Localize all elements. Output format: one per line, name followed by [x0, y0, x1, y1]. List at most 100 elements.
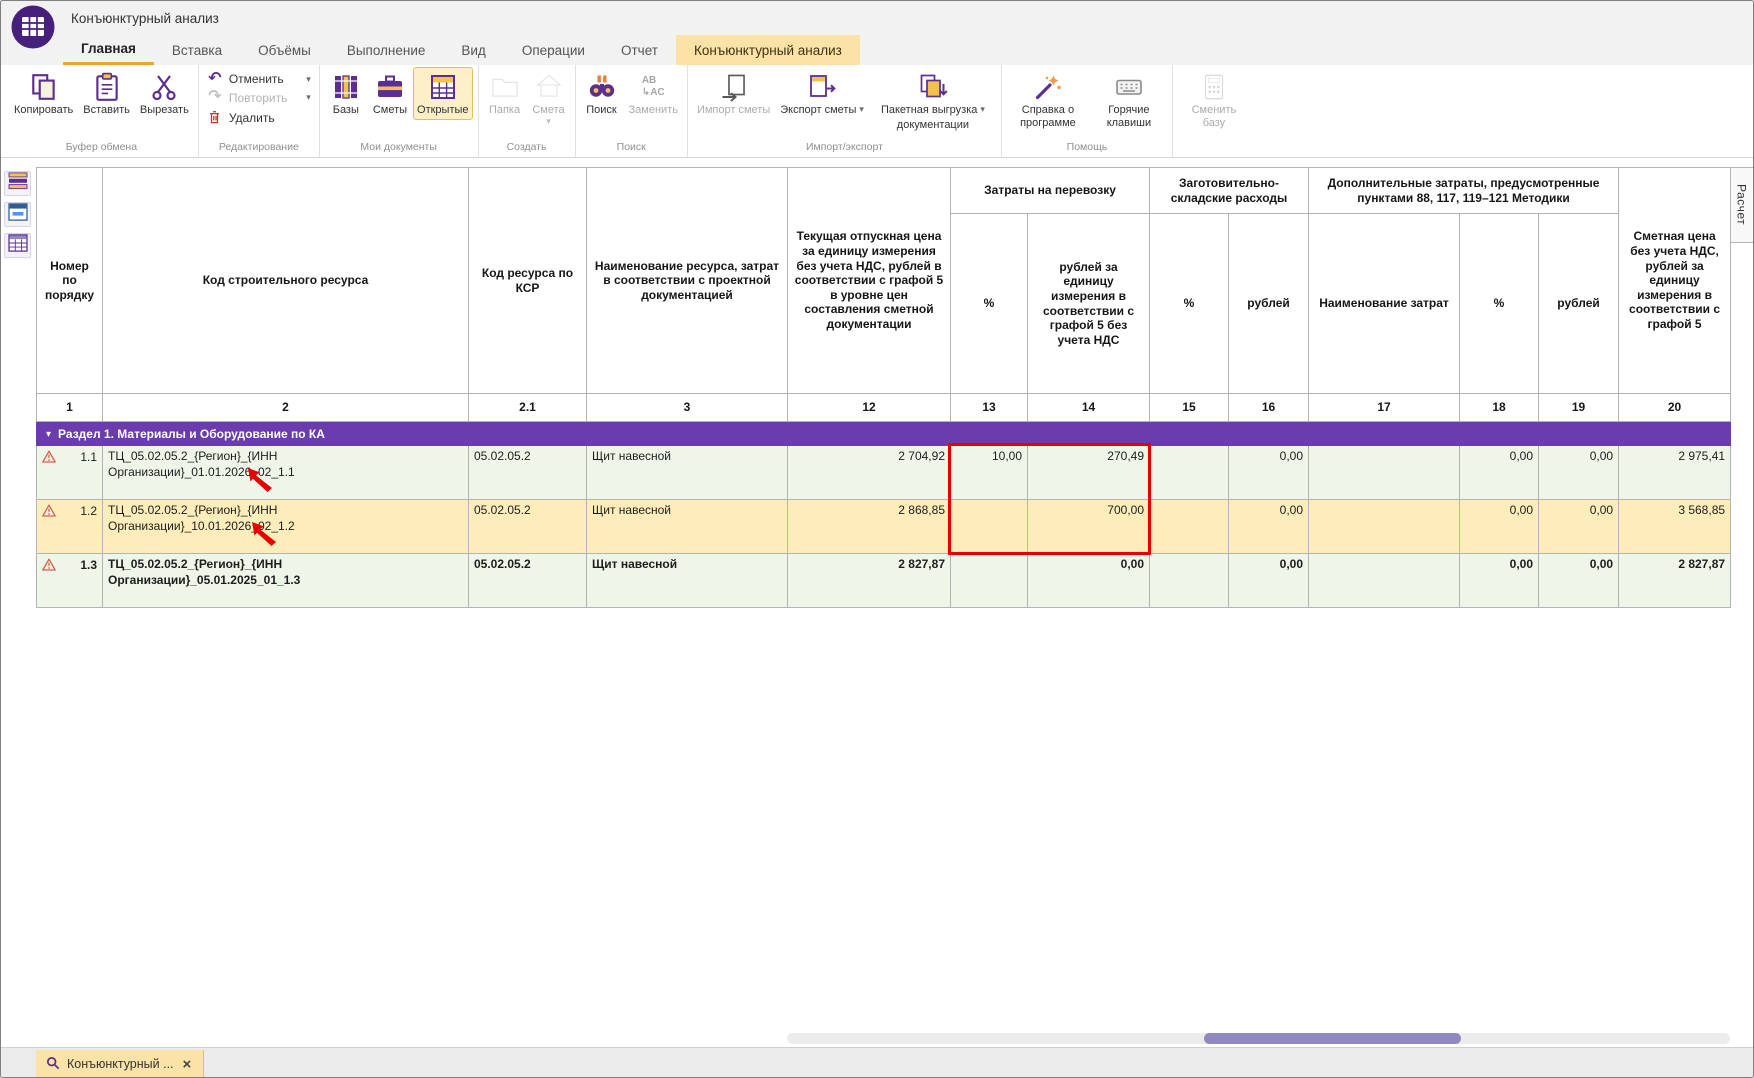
group-clipboard: Копировать Вставить Вырезать Буфер обмен…: [5, 65, 199, 157]
cell-warehouse-pct[interactable]: [1150, 446, 1229, 500]
folder-icon: [488, 71, 522, 102]
column-number-row: 1 2 2.1 3 12 13 14 15 16 17 18 19 20: [37, 394, 1731, 422]
cell-extra-rub[interactable]: 0,00: [1539, 554, 1619, 608]
cell-price[interactable]: 2 827,87: [788, 554, 951, 608]
app-window: Конъюнктурный анализ Главная Вставка Объ…: [0, 0, 1754, 1078]
cell-extra-rub[interactable]: 0,00: [1539, 446, 1619, 500]
batch-dropdown-icon[interactable]: ▾: [980, 105, 985, 114]
tab-vstavka[interactable]: Вставка: [154, 35, 240, 65]
paste-button[interactable]: Вставить: [79, 67, 134, 120]
cell-extra-pct[interactable]: 0,00: [1460, 446, 1539, 500]
ribbon-tab-bar: Главная Вставка Объёмы Выполнение Вид Оп…: [63, 35, 860, 65]
create-folder-button[interactable]: Папка: [484, 67, 526, 120]
replace-button[interactable]: AB↳AC Заменить: [625, 67, 682, 120]
batch-export-icon: [916, 71, 950, 102]
tab-obyomy[interactable]: Объёмы: [240, 35, 329, 65]
briefcase-icon: [373, 71, 407, 102]
estimates-button[interactable]: Сметы: [369, 67, 411, 120]
cell-ksr[interactable]: 05.02.05.2: [469, 446, 587, 500]
cell-transport-pct[interactable]: 10,00: [951, 446, 1028, 500]
cell-extra-name[interactable]: [1309, 446, 1460, 500]
tab-glavnaya[interactable]: Главная: [63, 35, 154, 65]
hotkeys-button[interactable]: Горячие клавиши: [1091, 67, 1167, 133]
open-documents-button[interactable]: Открытые: [413, 67, 473, 120]
tab-operacii[interactable]: Операции: [504, 35, 603, 65]
panel-structure-button[interactable]: [4, 171, 31, 196]
undo-button[interactable]: ↶ Отменить ▾: [207, 72, 311, 86]
cut-button[interactable]: Вырезать: [136, 67, 193, 120]
export-estimate-button[interactable]: Экспорт сметы▾: [776, 67, 868, 120]
panel-params-button[interactable]: [4, 202, 31, 227]
cell-extra-pct[interactable]: 0,00: [1460, 554, 1539, 608]
calc-side-tab[interactable]: Расчет: [1729, 167, 1754, 243]
cell-extra-rub[interactable]: 0,00: [1539, 500, 1619, 554]
cell-num[interactable]: 1.1: [37, 446, 103, 500]
redo-button[interactable]: ↷ Повторить ▾: [207, 90, 311, 104]
cell-warehouse-pct[interactable]: [1150, 554, 1229, 608]
redo-icon: ↷: [207, 90, 223, 104]
tab-konyunkturny-analiz[interactable]: Конъюнктурный анализ: [676, 35, 860, 65]
document-tab[interactable]: Конъюнктурный ... ×: [36, 1050, 204, 1078]
redo-dropdown-icon[interactable]: ▾: [306, 93, 311, 102]
copy-button[interactable]: Копировать: [10, 67, 77, 120]
cell-transport-rub[interactable]: 0,00: [1028, 554, 1150, 608]
tab-close-icon[interactable]: ×: [181, 1057, 194, 1072]
cell-code[interactable]: ТЦ_05.02.05.2_{Регион}_{ИНН Организации}…: [103, 446, 469, 500]
cell-extra-name[interactable]: [1309, 554, 1460, 608]
cell-name[interactable]: Щит навесной: [587, 554, 788, 608]
undo-dropdown-icon[interactable]: ▾: [306, 75, 311, 84]
layers-icon: [8, 172, 28, 195]
cell-warehouse-rub[interactable]: 0,00: [1229, 446, 1309, 500]
tab-vid[interactable]: Вид: [443, 35, 503, 65]
about-button[interactable]: Справка о программе: [1007, 67, 1089, 133]
cell-price[interactable]: 2 704,92: [788, 446, 951, 500]
cell-price[interactable]: 2 868,85: [788, 500, 951, 554]
horizontal-scrollbar-thumb[interactable]: [1204, 1033, 1461, 1044]
cell-code[interactable]: ТЦ_05.02.05.2_{Регион}_{ИНН Организации}…: [103, 554, 469, 608]
cell-total[interactable]: 3 568,85: [1619, 500, 1731, 554]
bases-button[interactable]: Базы: [325, 67, 367, 120]
batch-export-button[interactable]: Пакетная выгрузка▾ документации: [870, 67, 996, 135]
section-collapse-icon[interactable]: ▾: [46, 429, 51, 440]
export-dropdown-icon[interactable]: ▾: [859, 105, 864, 114]
cell-warehouse-rub[interactable]: 0,00: [1229, 554, 1309, 608]
estimate-dropdown-icon[interactable]: ▾: [546, 117, 551, 126]
col-header-name: Наименование ресурса, затрат в соответст…: [587, 168, 788, 394]
cell-warehouse-rub[interactable]: 0,00: [1229, 500, 1309, 554]
cell-warehouse-pct[interactable]: [1150, 500, 1229, 554]
cell-name[interactable]: Щит навесной: [587, 446, 788, 500]
cell-name[interactable]: Щит навесной: [587, 500, 788, 554]
cell-num[interactable]: 1.3: [37, 554, 103, 608]
cell-transport-rub[interactable]: 270,49: [1028, 446, 1150, 500]
find-button[interactable]: Поиск: [581, 67, 623, 120]
col-header-transport-rub: рублей за единицу измерения в соответств…: [1028, 214, 1150, 394]
col-header-transport-pct: %: [951, 214, 1028, 394]
calculator-icon: [1197, 71, 1231, 102]
panel-table-button[interactable]: [4, 233, 31, 258]
cell-ksr[interactable]: 05.02.05.2: [469, 500, 587, 554]
change-base-button[interactable]: Сменить базу: [1178, 67, 1250, 133]
cell-transport-pct[interactable]: [951, 500, 1028, 554]
cell-transport-pct[interactable]: [951, 554, 1028, 608]
delete-button[interactable]: Удалить: [207, 109, 311, 128]
app-logo-icon[interactable]: [10, 4, 56, 50]
warning-icon: [42, 558, 56, 576]
cell-total[interactable]: 2 827,87: [1619, 554, 1731, 608]
tab-otchet[interactable]: Отчет: [603, 35, 676, 65]
bases-icon: [329, 71, 363, 102]
horizontal-scrollbar-track[interactable]: [787, 1033, 1730, 1044]
cell-extra-name[interactable]: [1309, 500, 1460, 554]
group-create: Папка Смета ▾ Создать: [479, 65, 576, 157]
tab-vypolnenie[interactable]: Выполнение: [329, 35, 444, 65]
cell-ksr[interactable]: 05.02.05.2: [469, 554, 587, 608]
group-label-import-export: Импорт/экспорт: [693, 140, 996, 157]
cell-transport-rub[interactable]: 700,00: [1028, 500, 1150, 554]
cell-code[interactable]: ТЦ_05.02.05.2_{Регион}_{ИНН Организации}…: [103, 500, 469, 554]
cell-extra-pct[interactable]: 0,00: [1460, 500, 1539, 554]
group-label-help: Помощь: [1007, 140, 1167, 157]
cell-total[interactable]: 2 975,41: [1619, 446, 1731, 500]
section-row[interactable]: ▾Раздел 1. Материалы и Оборудование по К…: [37, 422, 1731, 446]
import-estimate-button[interactable]: Импорт сметы: [693, 67, 774, 120]
cell-num[interactable]: 1.2: [37, 500, 103, 554]
create-estimate-button[interactable]: Смета ▾: [528, 67, 570, 129]
